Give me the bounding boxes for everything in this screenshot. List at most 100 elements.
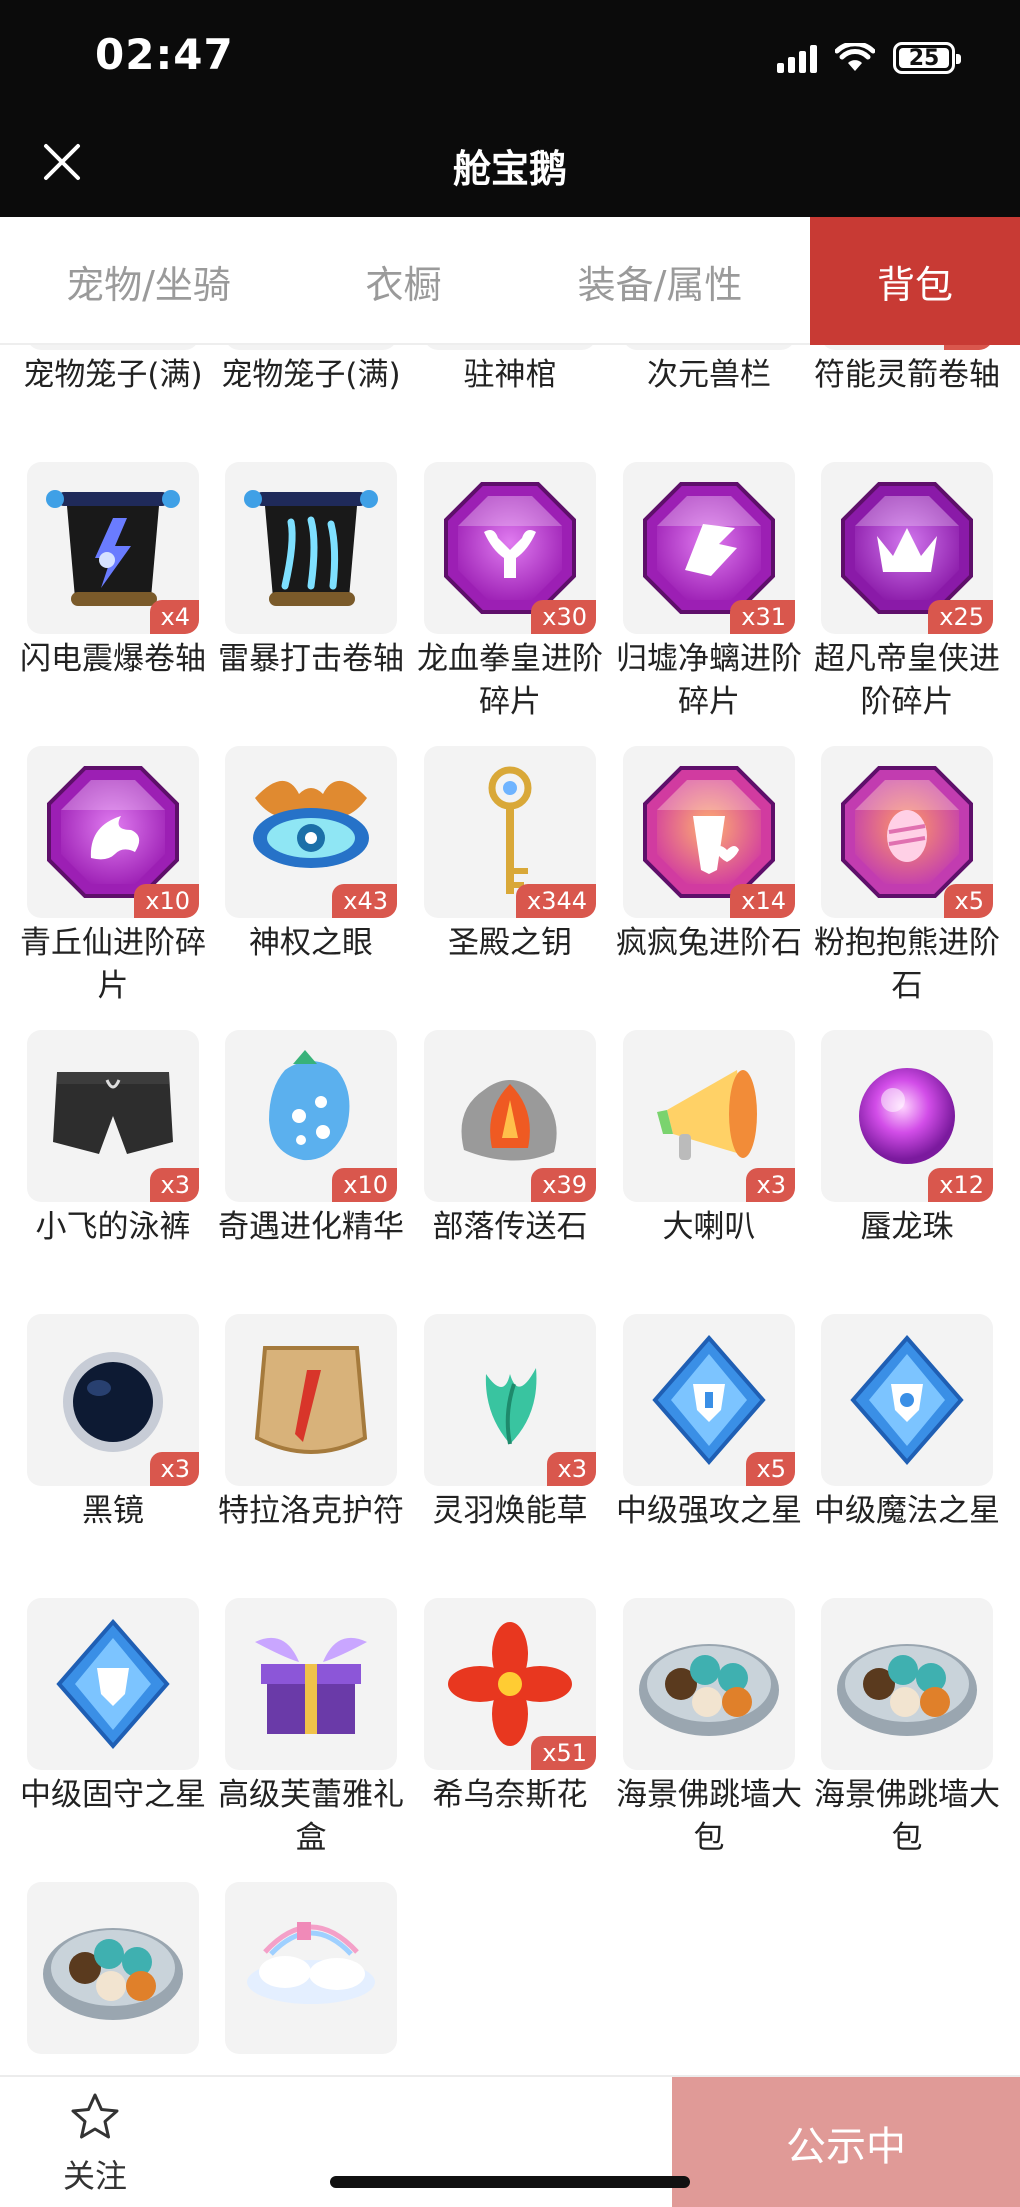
item-name: 次元兽栏 bbox=[647, 357, 771, 393]
item-tile[interactable]: x39 bbox=[424, 1030, 596, 1202]
item-name: 符能灵箭卷轴 bbox=[814, 357, 1000, 393]
item-name: 圣殿之钥 bbox=[448, 925, 572, 961]
pen-icon bbox=[623, 345, 795, 350]
item-count-badge: x51 bbox=[531, 1736, 596, 1770]
item-count-badge: x14 bbox=[730, 884, 795, 918]
item-tile[interactable] bbox=[623, 345, 795, 350]
item-count-badge: x43 bbox=[332, 884, 397, 918]
item-tile[interactable] bbox=[225, 1314, 397, 1486]
item-tile[interactable]: x51 bbox=[424, 1598, 596, 1770]
item-tile[interactable] bbox=[821, 1598, 993, 1770]
item-count-badge: x5 bbox=[943, 884, 993, 918]
storm-scroll-icon bbox=[244, 490, 378, 606]
tab-equipment[interactable]: 装备/属性 bbox=[510, 217, 810, 345]
item-name: 海景佛跳墙大包 bbox=[814, 1777, 1000, 1856]
item-tile[interactable] bbox=[27, 1598, 199, 1770]
coffin-icon bbox=[424, 345, 596, 350]
item-tile[interactable]: x3 bbox=[424, 1314, 596, 1486]
item-name: 小飞的泳裤 bbox=[35, 1209, 191, 1245]
item-tile[interactable]: x3 bbox=[623, 1030, 795, 1202]
item-name: 中级固守之星 bbox=[20, 1777, 206, 1813]
battery-icon: 25 bbox=[893, 42, 961, 74]
status-icons: 25 bbox=[777, 38, 961, 78]
item-name: 高级芙蕾雅礼盒 bbox=[218, 1777, 404, 1856]
item-tile[interactable] bbox=[225, 345, 397, 350]
item-tile[interactable]: x25 bbox=[821, 462, 993, 634]
wifi-icon bbox=[835, 43, 875, 71]
item-tile[interactable] bbox=[27, 1882, 199, 2054]
follow-button[interactable]: 关注 bbox=[40, 2077, 150, 2207]
item-tile[interactable]: x12 bbox=[821, 1030, 993, 1202]
backpack-grid: 宠物笼子(满) 宠物笼子(满) 驻神棺 次元兽栏 x6 符能灵箭卷轴 x4 闪电震爆卷轴 雷… bbox=[0, 345, 1020, 2075]
item-count-badge: x30 bbox=[531, 600, 596, 634]
item-name: 部落传送石 bbox=[432, 1209, 588, 1245]
item-name: 驻神棺 bbox=[463, 357, 557, 393]
item-tile[interactable] bbox=[27, 345, 199, 350]
item-tile[interactable] bbox=[623, 1598, 795, 1770]
item-tile[interactable]: x5 bbox=[623, 1314, 795, 1486]
cellular-signal-icon bbox=[777, 43, 817, 73]
item-count-badge: x25 bbox=[928, 600, 993, 634]
food-platter-icon bbox=[639, 1644, 779, 1736]
blue-star-defense-icon bbox=[56, 1618, 170, 1750]
item-name: 奇遇进化精华 bbox=[218, 1209, 404, 1245]
item-count-badge: x5 bbox=[745, 1452, 795, 1486]
item-tile[interactable]: x10 bbox=[27, 746, 199, 918]
app-root: 02:47 25 舱宝鹅 宠物/坐骑 衣橱 装备/属性 背包 宠物笼子(满) 宠… bbox=[0, 0, 1020, 2207]
item-count-badge: x344 bbox=[515, 884, 596, 918]
page-title: 舱宝鹅 bbox=[452, 147, 567, 191]
header: 02:47 25 舱宝鹅 bbox=[0, 0, 1020, 217]
item-count-badge: x4 bbox=[149, 600, 199, 634]
item-tile[interactable] bbox=[225, 462, 397, 634]
cloud-scene-icon bbox=[247, 1922, 375, 2004]
item-name: 疯疯兔进阶石 bbox=[616, 925, 802, 961]
item-name: 雷暴打击卷轴 bbox=[218, 641, 404, 677]
tab-pets-mounts[interactable]: 宠物/坐骑 bbox=[0, 217, 297, 345]
item-count-badge: x3 bbox=[149, 1168, 199, 1202]
item-tile[interactable]: x3 bbox=[27, 1030, 199, 1202]
item-tile[interactable]: x30 bbox=[424, 462, 596, 634]
item-count-badge: x12 bbox=[928, 1168, 993, 1202]
item-name: 海景佛跳墙大包 bbox=[616, 1777, 802, 1856]
item-name: 龙血拳皇进阶碎片 bbox=[417, 641, 603, 720]
item-name: 宠物笼子(满) bbox=[23, 357, 203, 393]
item-tile[interactable]: x43 bbox=[225, 746, 397, 918]
status-time: 02:47 bbox=[95, 30, 234, 79]
tab-wardrobe[interactable]: 衣橱 bbox=[297, 217, 510, 345]
item-tile[interactable]: x14 bbox=[623, 746, 795, 918]
item-tile[interactable]: x4 bbox=[27, 462, 199, 634]
tab-backpack[interactable]: 背包 bbox=[810, 217, 1020, 345]
public-status-button[interactable]: 公示中 bbox=[672, 2077, 1020, 2207]
item-tile[interactable]: x344 bbox=[424, 746, 596, 918]
item-tile[interactable] bbox=[424, 345, 596, 350]
gift-box-icon bbox=[255, 1637, 367, 1734]
star-icon bbox=[71, 2093, 119, 2139]
home-indicator bbox=[330, 2176, 690, 2188]
item-count-badge: x3 bbox=[546, 1452, 596, 1486]
item-name: 宠物笼子(满) bbox=[221, 357, 401, 393]
item-tile[interactable]: x31 bbox=[623, 462, 795, 634]
item-name: 灵羽焕能草 bbox=[432, 1493, 588, 1529]
item-name: 粉抱抱熊进阶石 bbox=[814, 925, 1000, 1004]
item-tile[interactable]: x3 bbox=[27, 1314, 199, 1486]
item-count-badge: x6 bbox=[943, 345, 993, 350]
item-tile[interactable] bbox=[225, 1882, 397, 2054]
blue-star-magic-icon bbox=[850, 1334, 964, 1466]
item-count-badge: x39 bbox=[531, 1168, 596, 1202]
battery-level: 25 bbox=[908, 45, 940, 71]
item-name: 黑镜 bbox=[82, 1493, 144, 1529]
item-name: 大喇叭 bbox=[662, 1209, 756, 1245]
item-name: 超凡帝皇侠进阶碎片 bbox=[814, 641, 1000, 720]
item-name: 闪电震爆卷轴 bbox=[20, 641, 206, 677]
item-tile[interactable] bbox=[225, 1598, 397, 1770]
cage-icon bbox=[225, 345, 397, 350]
item-name: 特拉洛克护符 bbox=[218, 1493, 404, 1529]
item-tile[interactable]: x10 bbox=[225, 1030, 397, 1202]
item-name: 希乌奈斯花 bbox=[432, 1777, 588, 1813]
item-tile[interactable]: x6 bbox=[821, 345, 993, 350]
item-tile[interactable] bbox=[821, 1314, 993, 1486]
item-tile[interactable]: x5 bbox=[821, 746, 993, 918]
item-count-badge: x10 bbox=[332, 1168, 397, 1202]
item-count-badge: x3 bbox=[745, 1168, 795, 1202]
item-name: 蜃龙珠 bbox=[860, 1209, 954, 1245]
